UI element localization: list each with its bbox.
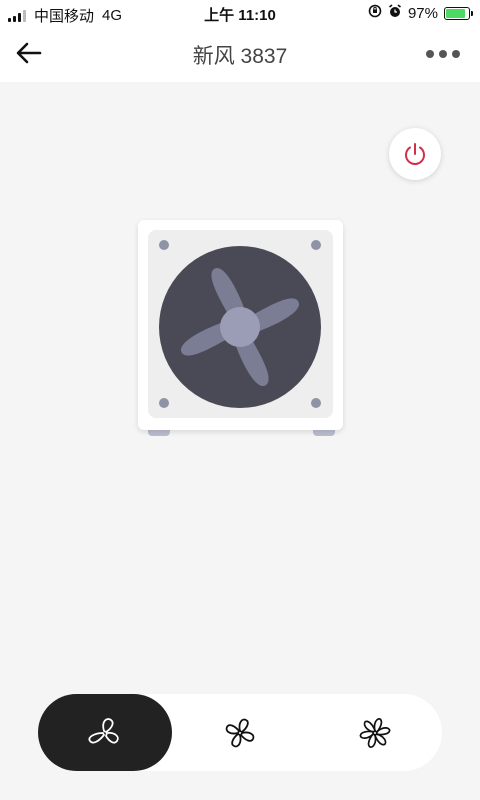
- header: 新风 3837: [0, 26, 480, 82]
- power-button[interactable]: [389, 128, 441, 180]
- more-dot: [452, 50, 460, 58]
- battery-icon: [444, 6, 473, 20]
- more-dot: [439, 50, 447, 58]
- fan-medium-speed-icon: [225, 718, 255, 747]
- fan-hub: [220, 307, 260, 347]
- fan-screw: [311, 240, 321, 250]
- fan-high-speed-icon: [359, 717, 391, 748]
- status-right: 97%: [368, 4, 473, 22]
- alarm-icon: [388, 4, 402, 22]
- fan-speed-low-button[interactable]: [38, 694, 172, 771]
- fan-speed-selector: [38, 694, 442, 771]
- more-dot: [426, 50, 434, 58]
- fan-screw: [159, 240, 169, 250]
- fan-speed-high-button[interactable]: [308, 694, 442, 771]
- fan-screw: [311, 398, 321, 408]
- battery-percent: 97%: [407, 4, 438, 22]
- fan-unit-icon: [159, 240, 321, 408]
- page-title: 新风 3837: [192, 45, 288, 68]
- fan-speed-medium-button[interactable]: [173, 694, 307, 771]
- arrow-left-icon: [16, 42, 42, 64]
- fan-illustration: [138, 220, 343, 438]
- orientation-lock-icon: [368, 4, 382, 22]
- fan-unit: [138, 220, 343, 430]
- fan-screw: [159, 398, 169, 408]
- power-icon: [405, 143, 425, 165]
- fan-panel: [148, 230, 333, 418]
- back-button[interactable]: [14, 38, 50, 70]
- status-bar: 中国移动 4G 上午 11:10 97%: [0, 0, 480, 26]
- more-button[interactable]: [426, 44, 466, 64]
- fan-low-speed-icon: [88, 717, 119, 744]
